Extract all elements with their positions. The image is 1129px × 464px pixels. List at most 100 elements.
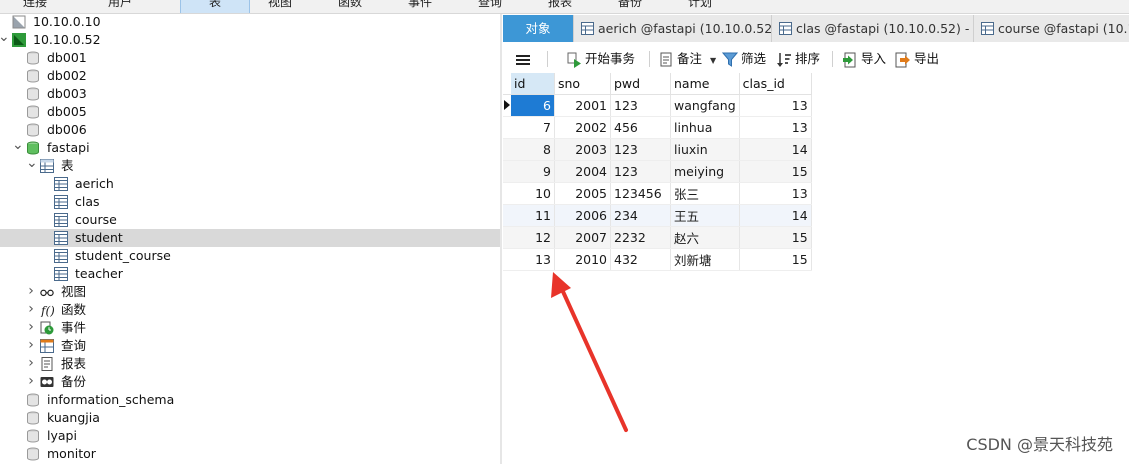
table-cell-name[interactable]: 赵六	[670, 226, 740, 249]
column-header-id[interactable]: id	[511, 73, 555, 95]
table-cell-name[interactable]: meiying	[670, 160, 740, 183]
chevron-down-icon[interactable]: ⌄	[12, 138, 24, 152]
table-row[interactable]: 6 2001 123 wangfang 13	[503, 94, 812, 117]
tab-clas[interactable]: clas @fastapi (10.10.0.52) - 表	[773, 15, 974, 42]
tree-item-db002[interactable]: db002	[0, 67, 500, 85]
table-cell-pwd[interactable]: 456	[610, 116, 671, 139]
chevron-down-icon[interactable]: ⌄	[0, 30, 10, 44]
column-header-sno[interactable]: sno	[554, 73, 611, 95]
table-cell-pwd[interactable]: 432	[610, 248, 671, 271]
table-cell-clas_id[interactable]: 14	[739, 204, 812, 227]
table-cell-id[interactable]: 8	[511, 138, 555, 161]
tree-item-1010052[interactable]: ⌄ 10.10.0.52	[0, 30, 500, 49]
row-header[interactable]	[503, 248, 511, 271]
tree-item-db006[interactable]: db006	[0, 121, 500, 139]
panel-splitter[interactable]	[500, 14, 502, 464]
tree-item-event[interactable]: › 事件	[0, 319, 500, 337]
tree-item-query[interactable]: › 查询	[0, 337, 500, 355]
tree-item-aerich[interactable]: aerich	[0, 175, 500, 193]
tab-course[interactable]: course @fastapi (10.10.0.52) - 表	[975, 15, 1129, 42]
menu-button[interactable]	[515, 50, 534, 68]
table-cell-id[interactable]: 12	[511, 226, 555, 249]
tree-item-information_schema[interactable]: information_schema	[0, 391, 500, 409]
table-cell-sno[interactable]: 2003	[554, 138, 611, 161]
table-cell-sno[interactable]: 2010	[554, 248, 611, 271]
column-header-name[interactable]: name	[670, 73, 740, 95]
toolbar-item-3[interactable]: 视图	[250, 0, 310, 13]
table-cell-sno[interactable]: 2004	[554, 160, 611, 183]
tree-item-db005[interactable]: db005	[0, 103, 500, 121]
table-cell-name[interactable]: 张三	[670, 182, 740, 205]
tree-item-course[interactable]: course	[0, 211, 500, 229]
table-cell-name[interactable]: 王五	[670, 204, 740, 227]
table-cell-sno[interactable]: 2002	[554, 116, 611, 139]
table-cell-id[interactable]: 10	[511, 182, 555, 205]
table-row[interactable]: 13 2010 432 刘新塘 15	[503, 248, 812, 271]
toolbar-item-0[interactable]: 连接	[8, 0, 62, 13]
export-button[interactable]: 导出	[895, 50, 939, 68]
table-row[interactable]: 10 2005 123456 张三 13	[503, 182, 812, 205]
chevron-right-icon[interactable]: ›	[26, 355, 36, 372]
table-row[interactable]: 11 2006 234 王五 14	[503, 204, 812, 227]
tree-item-backup[interactable]: › 备份	[0, 373, 500, 391]
table-cell-pwd[interactable]: 123456	[610, 182, 671, 205]
tree-item-teacher[interactable]: teacher	[0, 265, 500, 283]
toolbar-item-5[interactable]: 事件	[390, 0, 450, 13]
row-header[interactable]	[503, 116, 511, 139]
table-cell-id[interactable]: 7	[511, 116, 555, 139]
tree-item-db001[interactable]: db001	[0, 49, 500, 67]
table-cell-sno[interactable]: 2005	[554, 182, 611, 205]
toolbar-item-6[interactable]: 查询	[460, 0, 520, 13]
row-header[interactable]	[503, 204, 511, 227]
row-header[interactable]	[503, 160, 511, 183]
tab-objects[interactable]: 对象	[503, 15, 574, 42]
table-row[interactable]: 9 2004 123 meiying 15	[503, 160, 812, 183]
tree-item-report[interactable]: › 报表	[0, 355, 500, 373]
table-row[interactable]: 12 2007 2232 赵六 15	[503, 226, 812, 249]
tree-item-lyapi[interactable]: lyapi	[0, 427, 500, 445]
table-cell-clas_id[interactable]: 13	[739, 116, 812, 139]
table-cell-pwd[interactable]: 123	[610, 94, 671, 117]
row-header[interactable]	[503, 138, 511, 161]
table-cell-name[interactable]: linhua	[670, 116, 740, 139]
tree-item-function[interactable]: › f() 函数	[0, 301, 500, 319]
column-header-clas_id[interactable]: clas_id	[739, 73, 812, 95]
memo-button[interactable]: 备注 ▼	[659, 50, 716, 68]
table-cell-sno[interactable]: 2007	[554, 226, 611, 249]
tree-item-tables[interactable]: ⌄ 表	[0, 156, 500, 175]
chevron-right-icon[interactable]: ›	[26, 337, 36, 354]
row-header[interactable]	[503, 226, 511, 249]
table-row[interactable]: 8 2003 123 liuxin 14	[503, 138, 812, 161]
table-cell-clas_id[interactable]: 13	[739, 94, 812, 117]
table-cell-pwd[interactable]: 2232	[610, 226, 671, 249]
table-cell-name[interactable]: liuxin	[670, 138, 740, 161]
table-cell-id[interactable]: 13	[511, 248, 555, 271]
table-cell-id[interactable]: 6	[511, 94, 555, 117]
filter-button[interactable]: 筛选	[721, 50, 766, 68]
table-cell-clas_id[interactable]: 13	[739, 182, 812, 205]
chevron-right-icon[interactable]: ›	[26, 373, 36, 390]
table-cell-sno[interactable]: 2001	[554, 94, 611, 117]
tree-item-student[interactable]: student	[0, 229, 500, 247]
table-cell-clas_id[interactable]: 14	[739, 138, 812, 161]
table-cell-name[interactable]: wangfang	[670, 94, 740, 117]
row-header[interactable]	[503, 182, 511, 205]
toolbar-item-1[interactable]: 用户	[90, 0, 150, 13]
chevron-down-icon[interactable]: ⌄	[26, 156, 38, 170]
toolbar-item-4[interactable]: 函数	[320, 0, 380, 13]
tree-item-student_course[interactable]: student_course	[0, 247, 500, 265]
table-cell-clas_id[interactable]: 15	[739, 160, 812, 183]
toolbar-item-2[interactable]: 表	[180, 0, 250, 13]
table-cell-pwd[interactable]: 234	[610, 204, 671, 227]
chevron-right-icon[interactable]: ›	[26, 319, 36, 336]
tree-item-views[interactable]: › 视图	[0, 283, 500, 301]
begin-transaction-button[interactable]: 开始事务	[566, 50, 635, 68]
column-header-pwd[interactable]: pwd	[610, 73, 671, 95]
toolbar-item-7[interactable]: 报表	[530, 0, 590, 13]
table-cell-clas_id[interactable]: 15	[739, 226, 812, 249]
sort-button[interactable]: 排序	[776, 50, 820, 68]
toolbar-item-9[interactable]: 计划	[670, 0, 730, 13]
table-row[interactable]: 7 2002 456 linhua 13	[503, 116, 812, 139]
chevron-right-icon[interactable]: ›	[26, 301, 36, 318]
chevron-right-icon[interactable]: ›	[26, 283, 36, 300]
